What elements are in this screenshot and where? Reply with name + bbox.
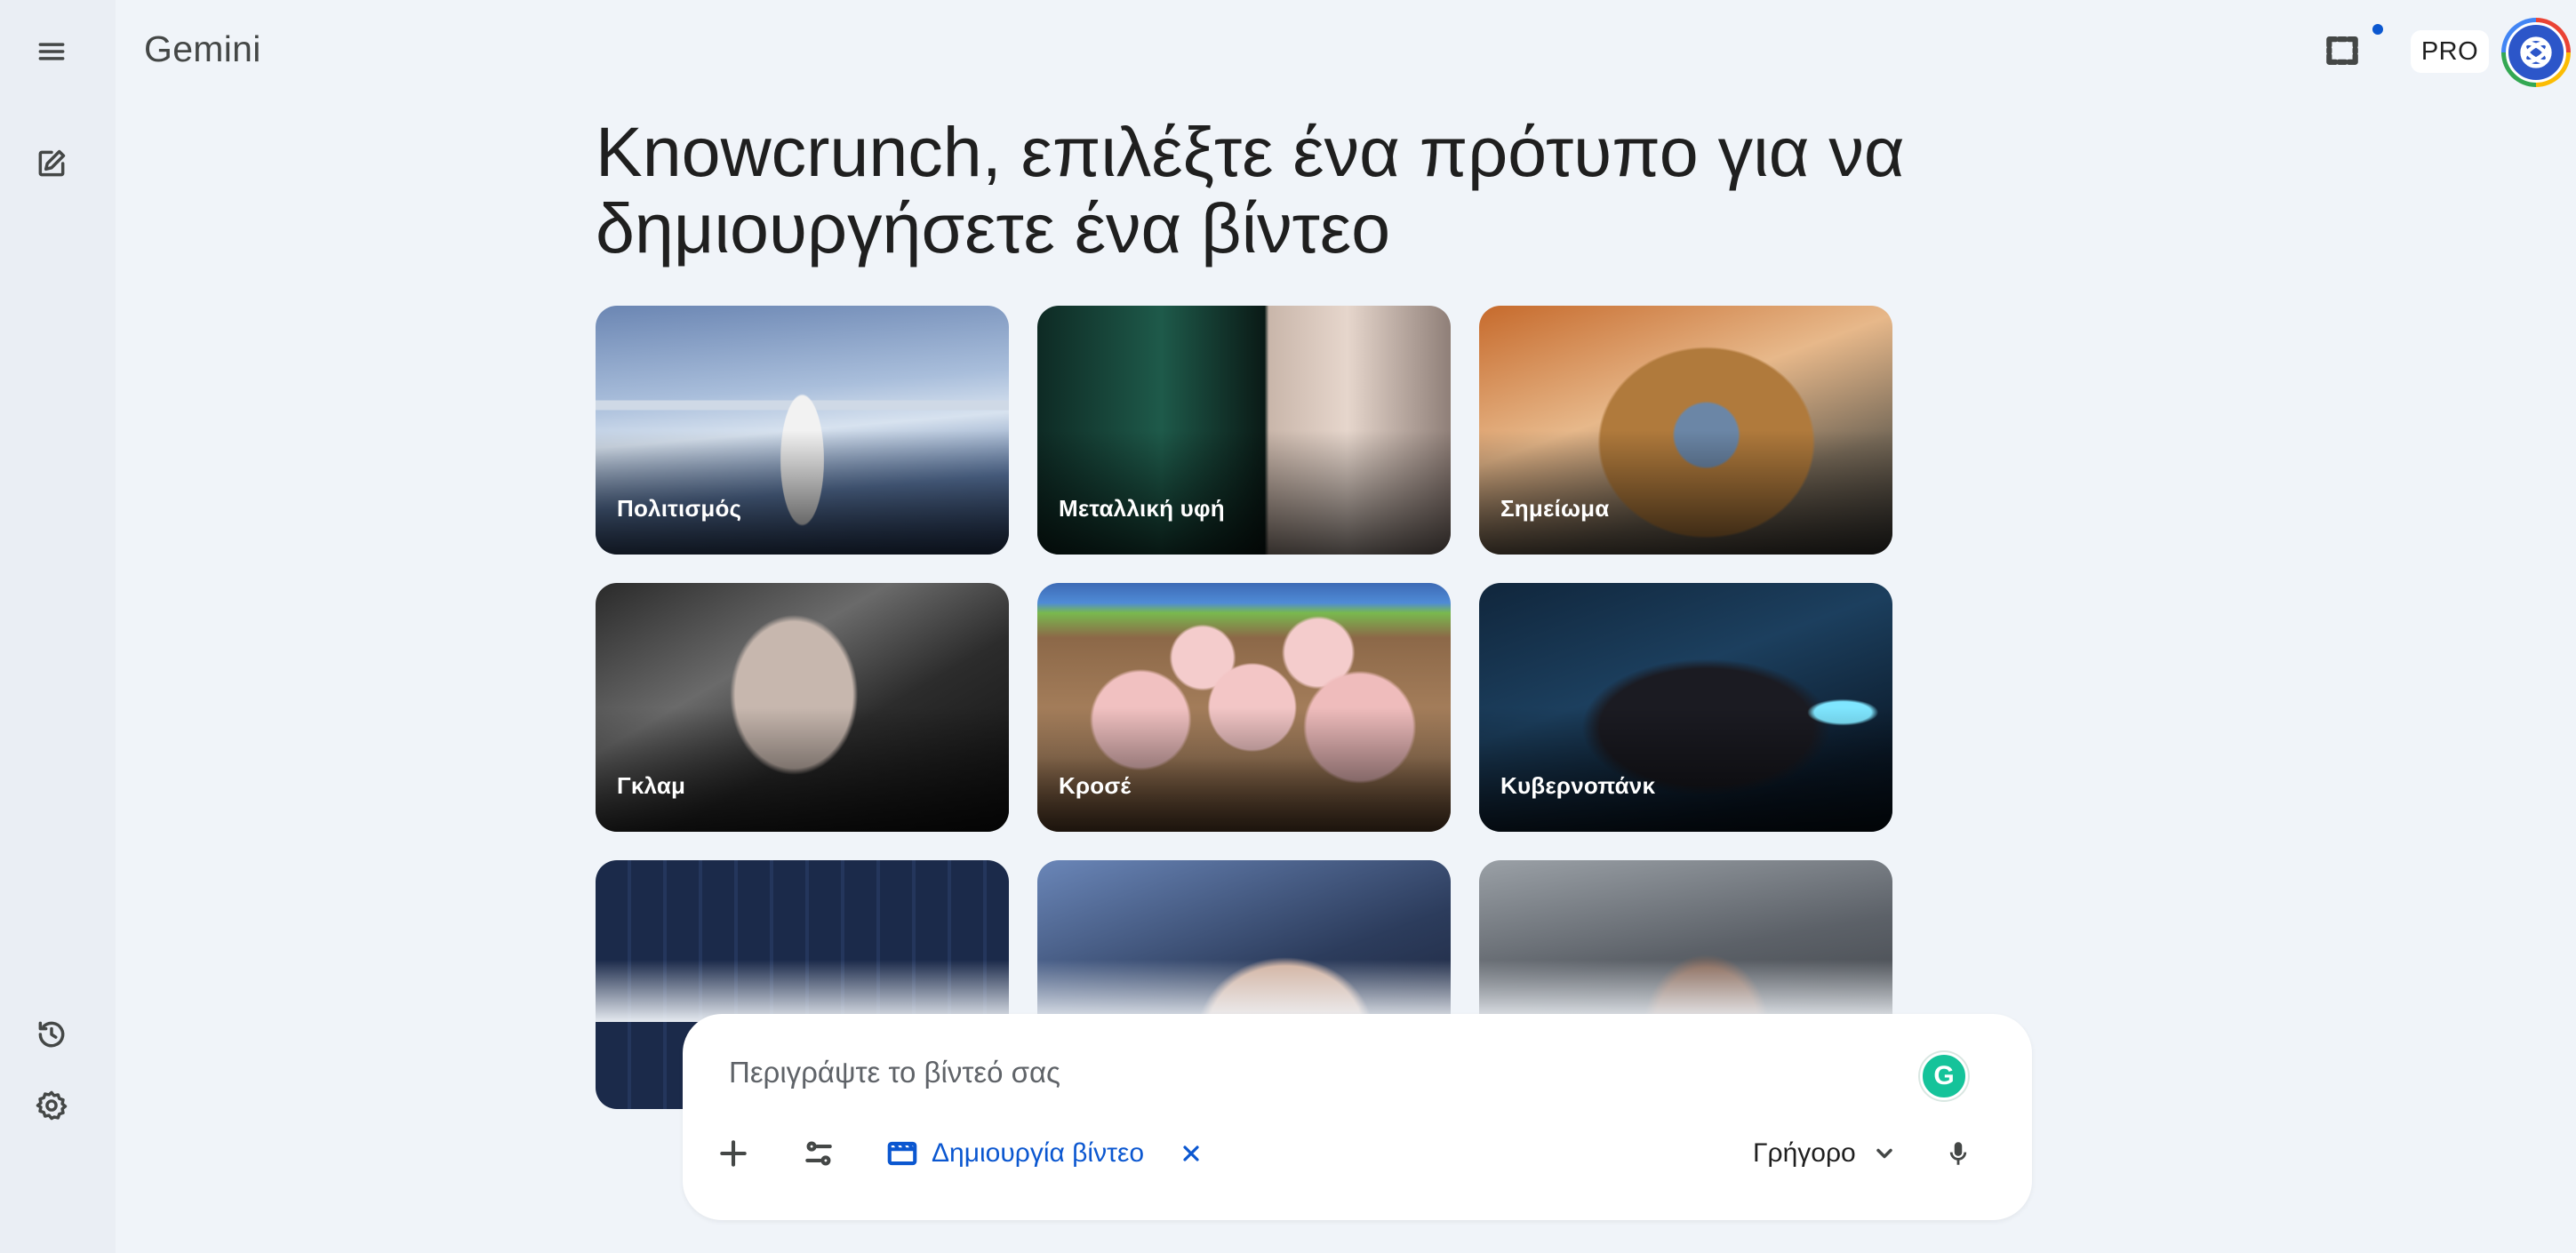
card-shade: [596, 707, 1009, 832]
avatar[interactable]: [2501, 18, 2571, 87]
add-attachment-button[interactable]: [702, 1122, 764, 1185]
template-label: Πολιτισμός: [617, 495, 742, 522]
card-shade: [596, 430, 1009, 555]
chevron-down-icon: [1876, 1148, 1892, 1159]
prompt-input[interactable]: [727, 1049, 1886, 1096]
template-label: Γκλαμ: [617, 772, 686, 799]
template-label: Σημείωμα: [1500, 495, 1610, 522]
microphone-button[interactable]: [1927, 1122, 1989, 1185]
activity-button[interactable]: [21, 1004, 82, 1065]
main-menu-button[interactable]: [21, 21, 82, 82]
feedback-button[interactable]: [2311, 20, 2373, 82]
history-icon: [38, 1021, 65, 1048]
menu-icon: [38, 43, 65, 60]
prompt-box: G Δημιουργία βίντεο Γρήγορο: [683, 1014, 2032, 1220]
template-card-cyberpunk[interactable]: Κυβερνοπάνκ: [1479, 583, 1892, 832]
chip-label: Δημιουργία βίντεο: [932, 1138, 1145, 1168]
template-card-note[interactable]: Σημείωμα: [1479, 306, 1892, 555]
template-label: Κυβερνοπάνκ: [1500, 772, 1656, 799]
settings-icon: [36, 1090, 68, 1121]
template-label: Μεταλλική υφή: [1059, 495, 1225, 522]
movie-icon: [887, 1141, 917, 1166]
template-label: Κροσέ: [1059, 772, 1132, 799]
template-card-crochet[interactable]: Κροσέ: [1037, 583, 1451, 832]
chip-close-button[interactable]: [1168, 1130, 1214, 1177]
template-card-civilization[interactable]: Πολιτισμός: [596, 306, 1009, 555]
microphone-icon: [1949, 1142, 1967, 1165]
settings-button[interactable]: [21, 1075, 82, 1136]
card-shade: [1479, 430, 1892, 555]
scroll-fade: [569, 960, 1920, 1022]
template-card-metallic[interactable]: Μεταλλική υφή: [1037, 306, 1451, 555]
page-title: Knowcrunch, επιλέξτε ένα πρότυπο για να …: [596, 112, 1905, 267]
pro-badge[interactable]: PRO: [2411, 30, 2489, 73]
new-chat-button[interactable]: [21, 133, 82, 194]
edit-icon: [38, 149, 66, 177]
tools-button[interactable]: [788, 1122, 850, 1185]
card-shade: [1037, 430, 1451, 555]
orbit-logo-icon: [2520, 36, 2552, 68]
sidebar: [0, 0, 116, 1253]
avatar-logo: [2506, 22, 2566, 83]
card-shade: [1037, 707, 1451, 832]
template-card-glam[interactable]: Γκλαμ: [596, 583, 1009, 832]
create-video-chip[interactable]: Δημιουργία βίντεο: [885, 1128, 1144, 1179]
mode-label: Γρήγορο: [1753, 1138, 1856, 1168]
close-icon: [1183, 1145, 1199, 1161]
notification-dot: [2372, 24, 2383, 35]
grammarly-icon[interactable]: G: [1920, 1052, 1968, 1100]
feedback-icon: [2326, 36, 2358, 65]
card-shade: [1479, 707, 1892, 832]
brand-title: Gemini: [144, 28, 261, 69]
plus-icon: [720, 1140, 747, 1167]
mode-selector[interactable]: Γρήγορο: [1753, 1128, 1897, 1179]
tune-icon: [805, 1141, 832, 1166]
